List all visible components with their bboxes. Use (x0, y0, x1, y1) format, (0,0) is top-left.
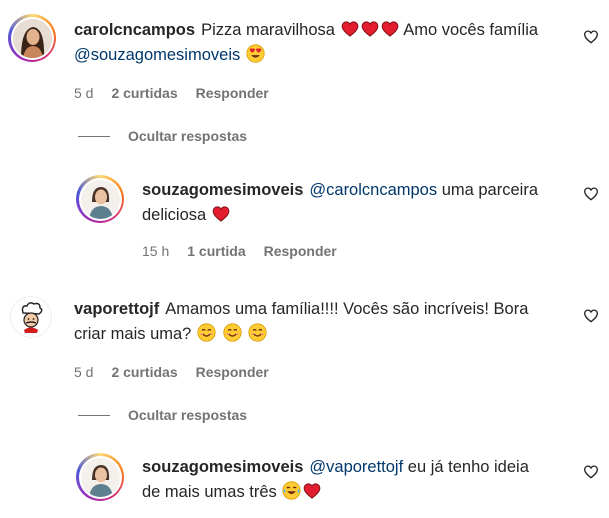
comment-username[interactable]: vaporettojf (74, 300, 159, 318)
mention-link[interactable]: @vaporettojf (309, 458, 403, 476)
reply-text: souzagomesimoveis @carolcncampos uma parc… (142, 178, 572, 228)
reply-username[interactable]: souzagomesimoveis (142, 181, 303, 199)
reply-text: souzagomesimoveis @vaporettojf eu já tenh… (142, 455, 572, 505)
avatar-photo (80, 457, 120, 497)
avatar[interactable] (76, 175, 124, 223)
divider-line (78, 414, 110, 416)
mention-link[interactable]: @carolcncampos (309, 181, 437, 199)
red-heart-emoji (341, 20, 359, 38)
reply-body-2: de mais umas três (142, 483, 277, 501)
tears-of-joy-emoji (282, 481, 301, 500)
hide-replies-label: Ocultar respostas (128, 128, 248, 144)
heart-outline-icon[interactable] (583, 186, 599, 202)
hide-replies-label: Ocultar respostas (128, 407, 248, 423)
heart-outline-icon[interactable] (583, 464, 599, 480)
reply-button[interactable]: Responder (196, 364, 269, 380)
reply-meta: 15 h 1 curtida Responder (142, 243, 337, 259)
reply-body: uma parceira (441, 181, 538, 199)
comment-body: Pizza maravilhosa (201, 21, 335, 39)
likes-count-button[interactable]: 2 curtidas (111, 85, 177, 101)
avatar-photo (80, 179, 120, 219)
avatar[interactable] (10, 296, 52, 338)
red-heart-emoji (381, 20, 399, 38)
comment-text: carolcncampos Pizza maravilhosa Amo vocês… (74, 18, 574, 68)
mention-link[interactable]: @souzagomesimoveis (74, 46, 240, 64)
comment-body-2: Amo vocês família (403, 21, 539, 39)
avatar[interactable] (76, 453, 124, 501)
heart-outline-icon[interactable] (583, 308, 599, 324)
heart-eyes-emoji (246, 44, 265, 63)
heart-outline-icon[interactable] (583, 29, 599, 45)
reply-body: eu já tenho ideia (407, 458, 529, 476)
comment-username[interactable]: carolcncampos (74, 21, 195, 39)
smiling-face-emoji (248, 323, 267, 342)
hide-replies-button[interactable]: Ocultar respostas (78, 407, 247, 423)
avatar[interactable] (8, 14, 56, 62)
hide-replies-button[interactable]: Ocultar respostas (78, 128, 247, 144)
reply-body-2: deliciosa (142, 206, 207, 224)
comment-body: Amamos uma família!!!! Vocês são incríve… (165, 300, 529, 318)
red-heart-emoji (361, 20, 379, 38)
comment-time: 5 d (74, 364, 94, 380)
reply-button[interactable]: Responder (264, 243, 337, 259)
avatar-photo (12, 18, 52, 58)
red-heart-emoji (212, 205, 230, 223)
red-heart-emoji (303, 482, 321, 500)
likes-count-button[interactable]: 1 curtida (187, 243, 245, 259)
likes-count-button[interactable]: 2 curtidas (111, 364, 177, 380)
comment-text: vaporettojf Amamos uma família!!!! Vocês … (74, 297, 574, 347)
reply-username[interactable]: souzagomesimoveis (142, 458, 303, 476)
comment-meta: 5 d 2 curtidas Responder (74, 85, 269, 101)
smiling-face-emoji (223, 323, 242, 342)
reply-time: 15 h (142, 243, 170, 259)
smiling-face-emoji (197, 323, 216, 342)
chef-avatar-logo (21, 302, 43, 333)
comment-meta: 5 d 2 curtidas Responder (74, 364, 269, 380)
comment-time: 5 d (74, 85, 94, 101)
comment-body-2: criar mais uma? (74, 325, 192, 343)
divider-line (78, 135, 110, 137)
reply-button[interactable]: Responder (196, 85, 269, 101)
